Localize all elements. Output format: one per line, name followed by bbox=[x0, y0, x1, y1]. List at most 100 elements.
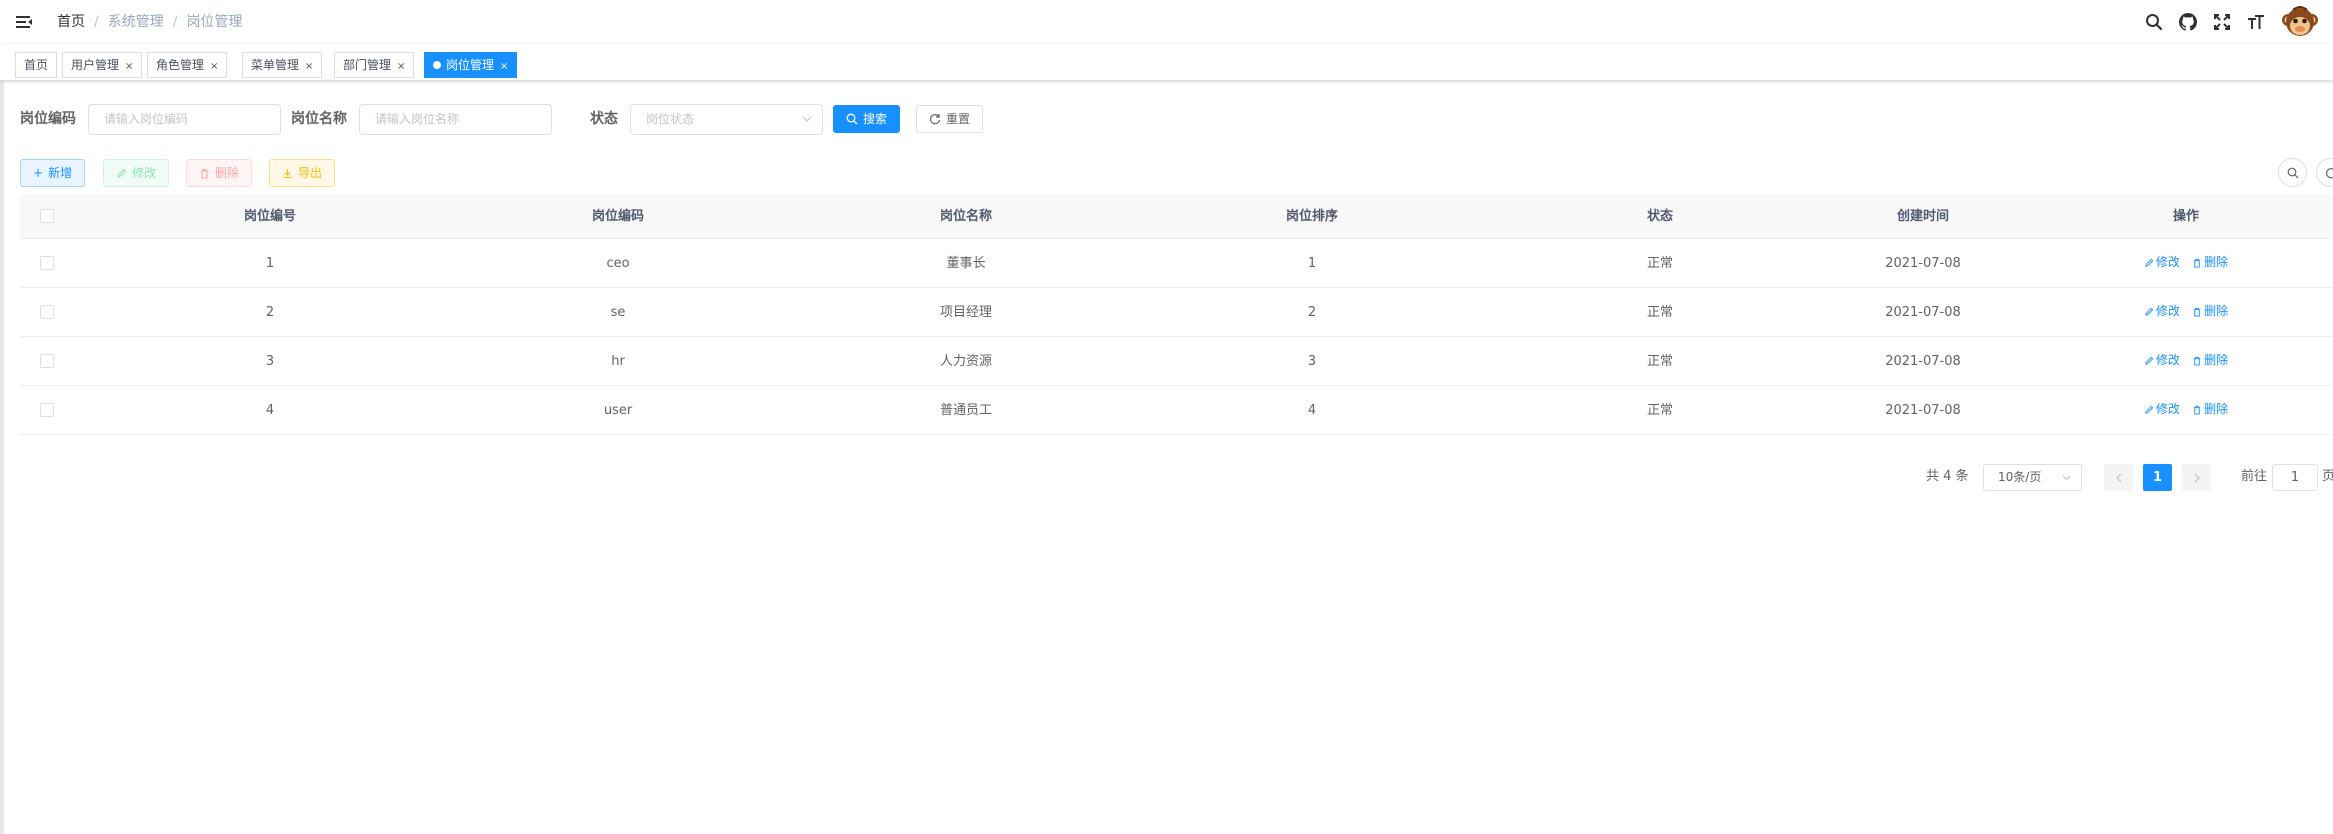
export-button-label: 导出 bbox=[298, 166, 323, 180]
row-edit-link[interactable]: 修改 bbox=[2144, 239, 2180, 286]
row-delete-link[interactable]: 删除 bbox=[2192, 239, 2228, 286]
tag-label: 角色管理 bbox=[156, 58, 205, 72]
pagination-total: 共 4 条 bbox=[1926, 469, 1969, 484]
add-button[interactable]: + 新增 bbox=[20, 159, 86, 187]
breadcrumb-separator: / bbox=[94, 14, 99, 30]
trash-icon bbox=[2193, 258, 2201, 268]
header-post-code: 岗位编码 bbox=[591, 209, 644, 224]
cell-post-code: hr bbox=[611, 354, 625, 369]
tag-label: 部门管理 bbox=[343, 58, 392, 72]
row-edit-label: 修改 bbox=[2155, 304, 2180, 318]
user-avatar[interactable] bbox=[2280, 2, 2320, 42]
trash-icon bbox=[2193, 405, 2201, 415]
cell-created-time: 2021-07-08 bbox=[1885, 256, 1961, 271]
cell-status: 正常 bbox=[1646, 256, 1673, 271]
next-page-button[interactable] bbox=[2182, 464, 2211, 491]
cell-post-name: 项目经理 bbox=[939, 305, 992, 320]
refresh-icon bbox=[2325, 167, 2333, 178]
breadcrumb: 首页 / 系统管理 / 岗位管理 bbox=[57, 13, 242, 31]
edit-button-label: 修改 bbox=[132, 166, 157, 180]
status-select[interactable]: 岗位状态 bbox=[630, 104, 823, 135]
header-post-name: 岗位名称 bbox=[939, 209, 992, 224]
page-size-value: 10条/页 bbox=[1998, 470, 2042, 484]
edit-button[interactable]: 修改 bbox=[103, 159, 170, 187]
tag-role-management[interactable]: 角色管理 × bbox=[147, 52, 228, 79]
tags-view: 首页 用户管理 × 角色管理 × 菜单管理 × 部门管理 × 岗位管理 × bbox=[0, 44, 2333, 81]
row-edit-link[interactable]: 修改 bbox=[2144, 337, 2180, 384]
font-size-icon[interactable] bbox=[2244, 10, 2268, 34]
jump-page-input[interactable]: 1 bbox=[2272, 464, 2318, 491]
page-number-current[interactable]: 1 bbox=[2143, 464, 2172, 491]
search-icon bbox=[2287, 167, 2298, 178]
search-button[interactable]: 搜索 bbox=[833, 105, 901, 133]
page-size-select[interactable]: 10条/页 bbox=[1983, 464, 2082, 491]
cell-post-name: 人力资源 bbox=[939, 354, 992, 369]
refresh-icon bbox=[929, 114, 941, 125]
cell-post-code: user bbox=[603, 403, 633, 418]
breadcrumb-current: 岗位管理 bbox=[186, 14, 243, 30]
chevron-left-icon bbox=[2115, 473, 2121, 482]
edit-icon bbox=[117, 168, 127, 178]
close-icon[interactable]: × bbox=[500, 55, 508, 79]
hamburger-menu-icon[interactable] bbox=[14, 12, 34, 32]
fullscreen-icon[interactable] bbox=[2210, 10, 2234, 34]
cell-actions: 修改 删除 bbox=[2066, 386, 2306, 435]
post-name-label: 岗位名称 bbox=[291, 111, 347, 127]
select-all-checkbox[interactable] bbox=[40, 209, 54, 223]
row-checkbox[interactable] bbox=[40, 305, 54, 319]
tag-user-management[interactable]: 用户管理 × bbox=[62, 52, 143, 79]
post-name-input[interactable]: 请输入岗位名称 bbox=[359, 104, 552, 135]
cell-post-code: ceo bbox=[606, 256, 630, 271]
post-code-label: 岗位编码 bbox=[20, 111, 76, 127]
export-button[interactable]: 导出 bbox=[269, 159, 336, 187]
search-icon[interactable] bbox=[2142, 10, 2166, 34]
row-delete-link[interactable]: 删除 bbox=[2192, 288, 2228, 335]
navbar: 首页 / 系统管理 / 岗位管理 bbox=[0, 0, 2333, 44]
github-icon[interactable] bbox=[2176, 10, 2200, 34]
close-icon[interactable]: × bbox=[305, 55, 313, 79]
trash-icon bbox=[2193, 307, 2201, 317]
refresh-button[interactable] bbox=[2316, 158, 2333, 187]
tag-post-management[interactable]: 岗位管理 × bbox=[424, 52, 518, 79]
row-edit-link[interactable]: 修改 bbox=[2144, 386, 2180, 433]
close-icon[interactable]: × bbox=[125, 55, 133, 79]
row-delete-link[interactable]: 删除 bbox=[2192, 386, 2228, 433]
row-checkbox[interactable] bbox=[40, 403, 54, 417]
tag-label: 岗位管理 bbox=[446, 58, 495, 72]
prev-page-button[interactable] bbox=[2104, 464, 2133, 491]
row-edit-link[interactable]: 修改 bbox=[2144, 288, 2180, 335]
row-delete-label: 删除 bbox=[2204, 402, 2229, 416]
post-table: 岗位编号 岗位编码 岗位名称 岗位排序 状态 创建时间 操作 1 ceo 董事长… bbox=[20, 194, 2333, 435]
delete-button-label: 删除 bbox=[215, 166, 240, 180]
cell-created-time: 2021-07-08 bbox=[1885, 305, 1961, 320]
cell-post-code: se bbox=[610, 305, 626, 320]
row-delete-label: 删除 bbox=[2204, 304, 2229, 318]
chevron-right-icon bbox=[2194, 473, 2200, 482]
delete-button[interactable]: 删除 bbox=[186, 159, 253, 187]
table-row: 4 user 普通员工 4 正常 2021-07-08 修改 删除 bbox=[20, 386, 2333, 435]
toggle-search-button[interactable] bbox=[2278, 158, 2307, 187]
row-checkbox[interactable] bbox=[40, 256, 54, 270]
tag-label: 首页 bbox=[24, 58, 49, 72]
breadcrumb-home[interactable]: 首页 bbox=[57, 14, 85, 30]
reset-button[interactable]: 重置 bbox=[916, 105, 984, 133]
table-row: 1 ceo 董事长 1 正常 2021-07-08 修改 删除 bbox=[20, 239, 2333, 288]
cell-post-sort: 2 bbox=[1307, 305, 1317, 320]
table-row: 3 hr 人力资源 3 正常 2021-07-08 修改 删除 bbox=[20, 337, 2333, 386]
row-delete-label: 删除 bbox=[2204, 353, 2229, 367]
row-delete-link[interactable]: 删除 bbox=[2192, 337, 2228, 384]
cell-post-id: 2 bbox=[265, 305, 275, 320]
post-code-input[interactable]: 请输入岗位编码 bbox=[88, 104, 281, 135]
close-icon[interactable]: × bbox=[210, 55, 218, 79]
reset-button-label: 重置 bbox=[946, 112, 971, 126]
cell-status: 正常 bbox=[1646, 305, 1673, 320]
row-checkbox[interactable] bbox=[40, 354, 54, 368]
table-header: 岗位编号 岗位编码 岗位名称 岗位排序 状态 创建时间 操作 bbox=[20, 194, 2333, 239]
tag-menu-management[interactable]: 菜单管理 × bbox=[242, 52, 323, 79]
edit-icon bbox=[2145, 356, 2154, 365]
tag-home[interactable]: 首页 bbox=[15, 52, 58, 78]
tag-label: 用户管理 bbox=[71, 58, 120, 72]
close-icon[interactable]: × bbox=[397, 55, 405, 79]
tag-dept-management[interactable]: 部门管理 × bbox=[334, 52, 415, 79]
trash-icon bbox=[2193, 356, 2201, 366]
